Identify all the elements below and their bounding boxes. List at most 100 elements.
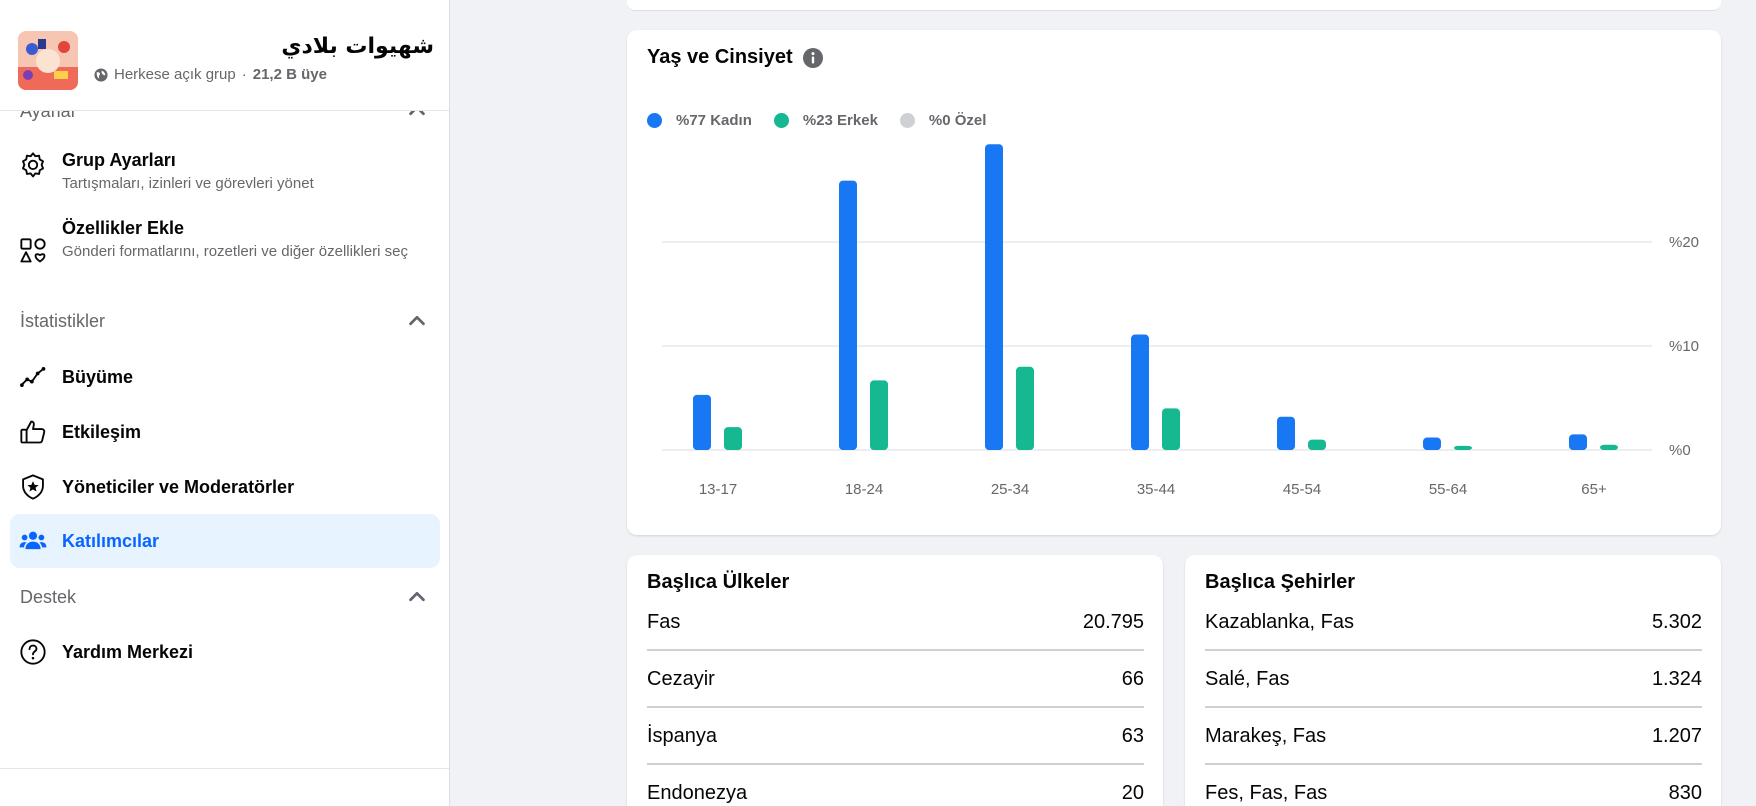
shapes-icon xyxy=(18,236,48,266)
bar-male xyxy=(724,427,742,450)
sidebar-item-group-settings[interactable]: Grup Ayarları Tartışmaları, izinleri ve … xyxy=(10,150,440,204)
city-name: Marakeş, Fas xyxy=(1205,725,1327,747)
sidebar-item-growth[interactable]: Büyüme xyxy=(10,360,440,394)
sidebar-item-label: Büyüme xyxy=(62,366,134,387)
sidebar-item-engagement[interactable]: Etkileşim xyxy=(10,415,440,449)
divider xyxy=(1205,763,1702,765)
section-label: Destek xyxy=(20,586,77,607)
group-meta: Herkese açık grup · 21,2 B üye xyxy=(94,66,327,83)
sidebar-item-label: Yöneticiler ve Moderatörler xyxy=(62,476,295,497)
x-tick-label: 25-34 xyxy=(991,481,1029,498)
meta-separator: · xyxy=(241,66,247,83)
country-value: 66 xyxy=(1121,668,1144,690)
bar-male xyxy=(1600,444,1618,450)
city-value: 5.302 xyxy=(1651,611,1702,633)
section-label: İstatistikler xyxy=(20,310,106,331)
bar-female xyxy=(1423,437,1441,450)
list-item: Fes, Fas, Fas 830 xyxy=(1205,782,1702,805)
y-tick-label: %0 xyxy=(1669,442,1691,459)
list-item: Endonezya 20 xyxy=(647,782,1144,805)
city-name: Kazablanka, Fas xyxy=(1205,611,1354,633)
gear-icon xyxy=(18,150,48,180)
list-item: Cezayir 66 xyxy=(647,668,1144,691)
divider xyxy=(1205,706,1702,708)
city-name: Fes, Fas, Fas xyxy=(1205,782,1328,804)
list-item: Marakeş, Fas 1.207 xyxy=(1205,725,1702,748)
sidebar: شهيوات بلادي Herkese açık grup · 21,2 B … xyxy=(0,0,450,806)
top-cities-card: Başlıca Şehirler Kazablanka, Fas 5.302 Sa… xyxy=(1185,555,1721,806)
divider xyxy=(1205,649,1702,651)
x-tick-label: 35-44 xyxy=(1137,481,1175,498)
x-tick-label: 55-64 xyxy=(1429,481,1467,498)
chevron-up-icon[interactable] xyxy=(406,310,428,332)
x-tick-label: 45-54 xyxy=(1283,481,1321,498)
sidebar-item-label: Grup Ayarları xyxy=(62,150,176,170)
country-name: Fas xyxy=(647,611,681,633)
group-name[interactable]: شهيوات بلادي xyxy=(281,34,434,59)
bar-male xyxy=(1016,366,1034,450)
city-name: Salé, Fas xyxy=(1205,668,1290,690)
sidebar-item-description: Gönderi formatlarını, rozetleri ve diğer… xyxy=(62,243,408,260)
group-members: 21,2 B üye xyxy=(252,66,327,83)
top-countries-card: Başlıca Ülkeler Fas 20.795 Cezayir 66 İspa… xyxy=(627,555,1163,806)
bar-female xyxy=(1277,416,1295,450)
section-destek[interactable]: Destek xyxy=(20,586,428,608)
group-avatar[interactable] xyxy=(18,31,78,90)
sidebar-item-description: Tartışmaları, izinleri ve görevleri yöne… xyxy=(62,175,314,192)
age-gender-bar-chart: %0 %10 %20 13-17 18-24 25-34 35-44 45-54 55-64 65… xyxy=(662,144,1699,498)
shield-star-icon xyxy=(18,472,48,502)
bar-female xyxy=(1131,334,1149,450)
x-tick-label: 65+ xyxy=(1581,481,1607,498)
growth-line-icon xyxy=(18,362,48,392)
list-item: Fas 20.795 xyxy=(647,611,1144,634)
bar-female xyxy=(693,394,711,450)
sidebar-footer xyxy=(0,768,449,806)
country-name: Endonezya xyxy=(647,782,748,804)
thumbs-up-icon xyxy=(18,417,48,447)
bar-female xyxy=(839,180,857,450)
x-tick-label: 18-24 xyxy=(845,481,883,498)
cities-title: Başlıca Şehirler xyxy=(1205,571,1356,593)
country-value: 20 xyxy=(1121,782,1144,804)
y-tick-label: %10 xyxy=(1669,338,1699,355)
list-item: Kazablanka, Fas 5.302 xyxy=(1205,611,1702,634)
previous-card-edge xyxy=(627,0,1721,11)
bar-male xyxy=(1162,408,1180,450)
x-tick-label: 13-17 xyxy=(699,481,737,498)
divider xyxy=(647,763,1144,765)
chevron-up-icon[interactable] xyxy=(406,586,428,608)
age-gender-card: Yaş ve Cinsiyet %77 Kadın %23 Erkek %0 Ö… xyxy=(627,30,1721,535)
sidebar-item-members[interactable]: Katılımcılar xyxy=(10,514,440,568)
sidebar-item-label: Özellikler Ekle xyxy=(62,218,185,238)
bar-female xyxy=(985,144,1003,450)
list-item: İspanya 63 xyxy=(647,725,1144,748)
sidebar-item-help-center[interactable]: Yardım Merkezi xyxy=(10,635,440,669)
country-name: Cezayir xyxy=(647,668,715,690)
sidebar-item-admins[interactable]: Yöneticiler ve Moderatörler xyxy=(10,470,440,504)
country-value: 63 xyxy=(1121,725,1144,747)
question-circle-icon xyxy=(18,637,48,667)
group-privacy: Herkese açık grup xyxy=(114,66,236,83)
sidebar-item-label: Etkileşim xyxy=(62,421,142,442)
people-icon xyxy=(18,526,48,556)
countries-title: Başlıca Ülkeler xyxy=(647,571,790,593)
bar-male xyxy=(1308,439,1326,450)
sidebar-item-add-features[interactable]: Özellikler Ekle Gönderi formatlarını, ro… xyxy=(10,218,440,284)
country-name: İspanya xyxy=(647,725,718,747)
city-value: 1.207 xyxy=(1651,725,1702,747)
sidebar-item-label: Katılımcılar xyxy=(62,530,160,551)
country-value: 20.795 xyxy=(1082,611,1144,633)
y-tick-label: %20 xyxy=(1669,234,1699,251)
group-header: شهيوات بلادي Herkese açık grup · 21,2 B … xyxy=(0,0,449,111)
divider xyxy=(647,706,1144,708)
globe-icon xyxy=(94,67,108,82)
bar-female xyxy=(1569,434,1587,450)
city-value: 830 xyxy=(1668,782,1702,804)
bar-male xyxy=(870,380,888,450)
divider xyxy=(647,649,1144,651)
section-istatistikler[interactable]: İstatistikler xyxy=(20,310,428,332)
city-value: 1.324 xyxy=(1651,668,1702,690)
sidebar-item-label: Yardım Merkezi xyxy=(62,641,194,662)
list-item: Salé, Fas 1.324 xyxy=(1205,668,1702,691)
bar-male xyxy=(1454,445,1472,450)
